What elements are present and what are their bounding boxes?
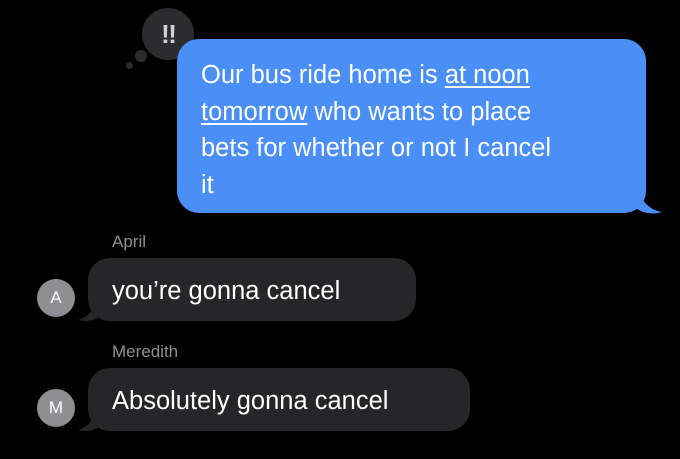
message-text: bets for whether or not I cancel	[201, 134, 552, 162]
incoming-message-bubble[interactable]: you’re gonna cancel	[88, 258, 416, 321]
tapback-bubble-dot	[126, 62, 133, 69]
incoming-message-bubble[interactable]: Absolutely gonna cancel	[88, 368, 470, 431]
outgoing-bubble-tail	[636, 192, 662, 214]
outgoing-message-bubble[interactable]: Our bus ride home is at noon tomorrow wh…	[177, 39, 646, 213]
incoming-bubble-tail	[78, 410, 100, 431]
date-link[interactable]: tomorrow	[201, 98, 307, 126]
avatar-initial: M	[48, 398, 64, 417]
avatar[interactable]: A	[37, 279, 75, 317]
message-text: who wants to place	[307, 97, 532, 126]
message-text: you’re gonna cancel	[112, 277, 341, 305]
double-exclamation-icon: ‼	[161, 18, 177, 49]
date-link[interactable]: at noon	[445, 61, 530, 89]
tapback-bubble-dot	[135, 50, 147, 62]
sender-name: Meredith	[112, 342, 179, 361]
sender-name: April	[112, 232, 147, 251]
avatar-initial: A	[50, 288, 62, 307]
message-text: Absolutely gonna cancel	[112, 387, 389, 415]
incoming-bubble-tail	[78, 300, 100, 321]
avatar[interactable]: M	[37, 389, 75, 427]
message-text: it	[201, 170, 214, 199]
message-text: Our bus ride home is	[201, 61, 445, 89]
